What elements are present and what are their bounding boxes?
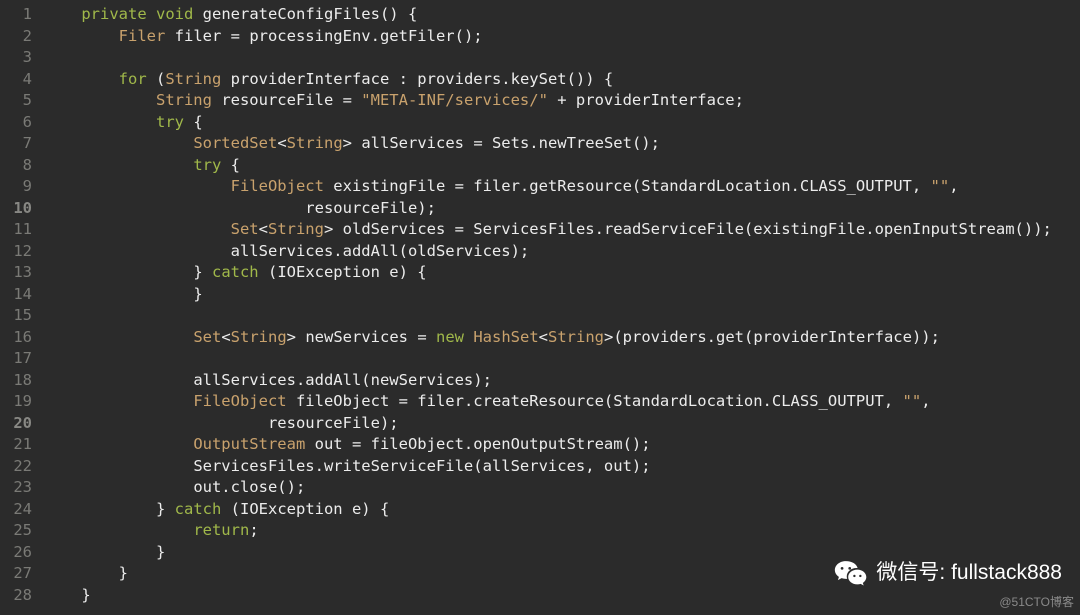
code-line: }	[44, 564, 128, 582]
line-number: 8	[0, 155, 32, 177]
code-line: } catch (IOException e) {	[44, 500, 389, 518]
line-number: 2	[0, 26, 32, 48]
line-number: 4	[0, 69, 32, 91]
code-line: }	[44, 586, 91, 604]
line-number: 25	[0, 520, 32, 542]
line-number: 15	[0, 305, 32, 327]
line-number: 3	[0, 47, 32, 69]
line-number: 9	[0, 176, 32, 198]
line-number: 21	[0, 434, 32, 456]
code-line: try {	[44, 113, 203, 131]
code-line: SortedSet<String> allServices = Sets.new…	[44, 134, 660, 152]
code-line: }	[44, 543, 165, 561]
line-number: 6	[0, 112, 32, 134]
wechat-icon	[834, 559, 868, 587]
code-line: String resourceFile = "META-INF/services…	[44, 91, 744, 109]
line-number: 11	[0, 219, 32, 241]
code-line: resourceFile);	[44, 414, 399, 432]
code-line: } catch (IOException e) {	[44, 263, 427, 281]
wechat-watermark: 微信号: fullstack888	[834, 559, 1062, 587]
line-number: 16	[0, 327, 32, 349]
code-line: allServices.addAll(newServices);	[44, 371, 492, 389]
code-line: try {	[44, 156, 240, 174]
code-line: out.close();	[44, 478, 305, 496]
code-line: Set<String> oldServices = ServicesFiles.…	[44, 220, 1052, 238]
line-number: 27	[0, 563, 32, 585]
line-number: 13	[0, 262, 32, 284]
code-editor[interactable]: 1234567891011121314151617181920212223242…	[0, 0, 1080, 606]
line-number: 5	[0, 90, 32, 112]
line-number: 19	[0, 391, 32, 413]
code-line: private void generateConfigFiles() {	[44, 5, 417, 23]
line-number: 28	[0, 585, 32, 607]
code-line: OutputStream out = fileObject.openOutput…	[44, 435, 651, 453]
code-line: FileObject existingFile = filer.getResou…	[44, 177, 959, 195]
line-number: 10	[0, 198, 32, 220]
line-number: 24	[0, 499, 32, 521]
line-number: 14	[0, 284, 32, 306]
line-number: 26	[0, 542, 32, 564]
code-line: for (String providerInterface : provider…	[44, 70, 613, 88]
line-number: 12	[0, 241, 32, 263]
code-line: FileObject fileObject = filer.createReso…	[44, 392, 931, 410]
line-number: 22	[0, 456, 32, 478]
code-line: ServicesFiles.writeServiceFile(allServic…	[44, 457, 651, 475]
code-line: resourceFile);	[44, 199, 436, 217]
cto-watermark: @51CTO博客	[999, 592, 1074, 614]
code-line: return;	[44, 521, 259, 539]
code-line: Set<String> newServices = new HashSet<St…	[44, 328, 940, 346]
code-line: allServices.addAll(oldServices);	[44, 242, 529, 260]
line-number: 23	[0, 477, 32, 499]
line-number: 20	[0, 413, 32, 435]
line-number: 17	[0, 348, 32, 370]
code-line: }	[44, 285, 203, 303]
code-area[interactable]: private void generateConfigFiles() { Fil…	[44, 4, 1052, 606]
code-line: Filer filer = processingEnv.getFiler();	[44, 27, 483, 45]
line-number: 18	[0, 370, 32, 392]
line-number-gutter: 1234567891011121314151617181920212223242…	[0, 4, 44, 606]
line-number: 1	[0, 4, 32, 26]
line-number: 7	[0, 133, 32, 155]
wechat-label: 微信号: fullstack888	[876, 562, 1062, 584]
